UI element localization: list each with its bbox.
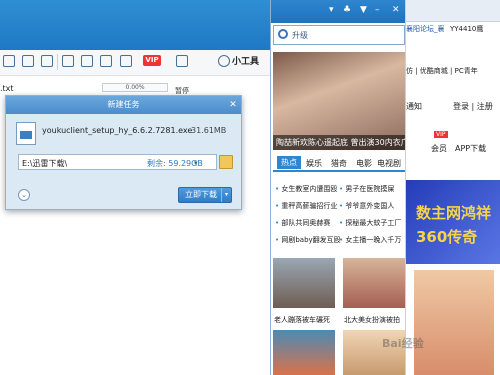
download-manager-header	[0, 0, 270, 50]
app-download-link[interactable]: APP下载	[455, 143, 486, 154]
hero-caption[interactable]: 陶喆新欢陈心遥起底 曾出演30内衣广告	[273, 135, 405, 150]
news-item[interactable]: 女生教室内遭围殴	[275, 184, 337, 194]
news-item[interactable]: 爷爷意外变国人	[339, 201, 394, 211]
news-item[interactable]: 部队共同奥赫赛	[275, 218, 330, 228]
search-icon[interactable]	[278, 29, 288, 39]
news-item[interactable]: 网剧baby翻发互殴	[275, 235, 340, 245]
thumbnail-caption[interactable]: 老人蹦落被车碾死	[274, 315, 330, 325]
tools-label[interactable]: 小工具	[232, 54, 259, 67]
news-item[interactable]: 重秤高薪骗招行业	[275, 201, 337, 211]
skin-icon[interactable]: ▾	[329, 5, 334, 15]
browser-tab[interactable]: YY4410鹰	[450, 24, 483, 34]
browser-toolbar	[406, 0, 500, 22]
ad-line: 数主网鸿祥	[416, 204, 492, 222]
new-task-dialog: 新建任务 ✕ youkuclient_setup_hy_6.6.2.7281.e…	[5, 95, 242, 210]
folder-icon[interactable]	[100, 55, 112, 67]
toolbar-separator	[57, 54, 58, 70]
expand-options-icon[interactable]: ⌄	[18, 189, 30, 201]
settings-icon[interactable]: ♣	[343, 5, 351, 15]
tab-hot[interactable]: 热点	[277, 156, 301, 169]
thumbnail-caption[interactable]: 北大美女扮演被拍	[344, 315, 400, 325]
ad-photo[interactable]	[414, 270, 494, 375]
news-tabs: 热点 娱乐 猎奇 电影 电视剧	[273, 156, 405, 172]
trash-icon[interactable]	[41, 55, 53, 67]
thumbnail-image[interactable]	[273, 258, 335, 308]
close-icon[interactable]: ✕	[392, 5, 400, 15]
watermark: Bai经验	[382, 337, 424, 350]
login-link[interactable]: 登录 | 注册	[453, 101, 493, 112]
dialog-title: 新建任务	[6, 96, 241, 114]
menu-icon[interactable]: ▼	[360, 5, 367, 15]
game-ad-banner[interactable]: 数主网鸿祥 360传奇	[406, 180, 500, 264]
chevron-down-icon[interactable]: ▾	[194, 159, 198, 167]
tab-movies[interactable]: 电影	[356, 158, 372, 169]
news-item[interactable]: 探秘最大蚊子工厂	[339, 218, 401, 228]
tab-tv[interactable]: 电视剧	[377, 158, 401, 169]
save-path-field[interactable]: E:\迅雷下载\ 剩余: 59.29GB ▾	[18, 154, 217, 170]
browser-tab[interactable]: 襄阳论坛_襄	[406, 24, 445, 34]
minimize-icon[interactable]: –	[375, 5, 380, 15]
task-file-name: .txt	[0, 84, 14, 93]
download-options-dropdown[interactable]: ▾	[221, 188, 231, 202]
dialog-file-name: youkuclient_setup_hy_6.6.2.7281.exe	[42, 126, 193, 135]
tab-entertainment[interactable]: 娱乐	[306, 158, 322, 169]
tab-curiosity[interactable]: 猎奇	[331, 158, 347, 169]
dialog-file-size: 31.61MB	[191, 126, 227, 135]
mini-search-placeholder: 升级	[292, 31, 308, 40]
browser-window: 襄阳论坛_襄 YY4410鹰 仿 | 优酷商城 | PC青年 通知 登录 | 注…	[405, 0, 500, 375]
member-link[interactable]: 会员	[431, 143, 447, 154]
thumbnail-image[interactable]	[273, 330, 335, 375]
browse-folder-icon[interactable]	[219, 155, 233, 169]
magnet-icon[interactable]	[22, 55, 34, 67]
site-nav[interactable]: 仿 | 优酷商城 | PC青年	[406, 66, 478, 76]
mini-news-panel: ▾ ♣ ▼ – ✕ 升级 陶喆新欢陈心遥起底 曾出演30内衣广告 热点 娱乐 猎…	[270, 0, 407, 375]
news-item[interactable]: 女主播一晚入千万	[339, 235, 401, 245]
vip-badge: VIP	[434, 131, 448, 138]
tools-icon[interactable]	[218, 55, 230, 67]
bolt-icon[interactable]	[176, 55, 188, 67]
grid-icon[interactable]	[62, 55, 74, 67]
news-item[interactable]: 男子在医院摸屎	[339, 184, 394, 194]
close-icon[interactable]: ✕	[226, 97, 240, 113]
vip-badge[interactable]: VIP	[143, 55, 161, 66]
refresh-icon[interactable]	[120, 55, 132, 67]
download-now-button[interactable]: 立即下载 ▾	[178, 187, 232, 203]
ad-line: 360传奇	[416, 228, 478, 246]
list-icon[interactable]	[3, 55, 15, 67]
mini-panel-titlebar: ▾ ♣ ▼ – ✕	[271, 0, 407, 23]
notifications-link[interactable]: 通知	[406, 101, 422, 112]
sort-icon[interactable]	[81, 55, 93, 67]
download-now-label: 立即下载	[185, 190, 217, 199]
mini-search-box[interactable]: 升级	[273, 25, 405, 45]
task-progress: 0.00%	[102, 83, 168, 92]
thumbnail-image[interactable]	[343, 258, 405, 308]
exe-file-icon	[16, 122, 36, 145]
save-path-value: E:\迅雷下载\	[22, 159, 68, 168]
